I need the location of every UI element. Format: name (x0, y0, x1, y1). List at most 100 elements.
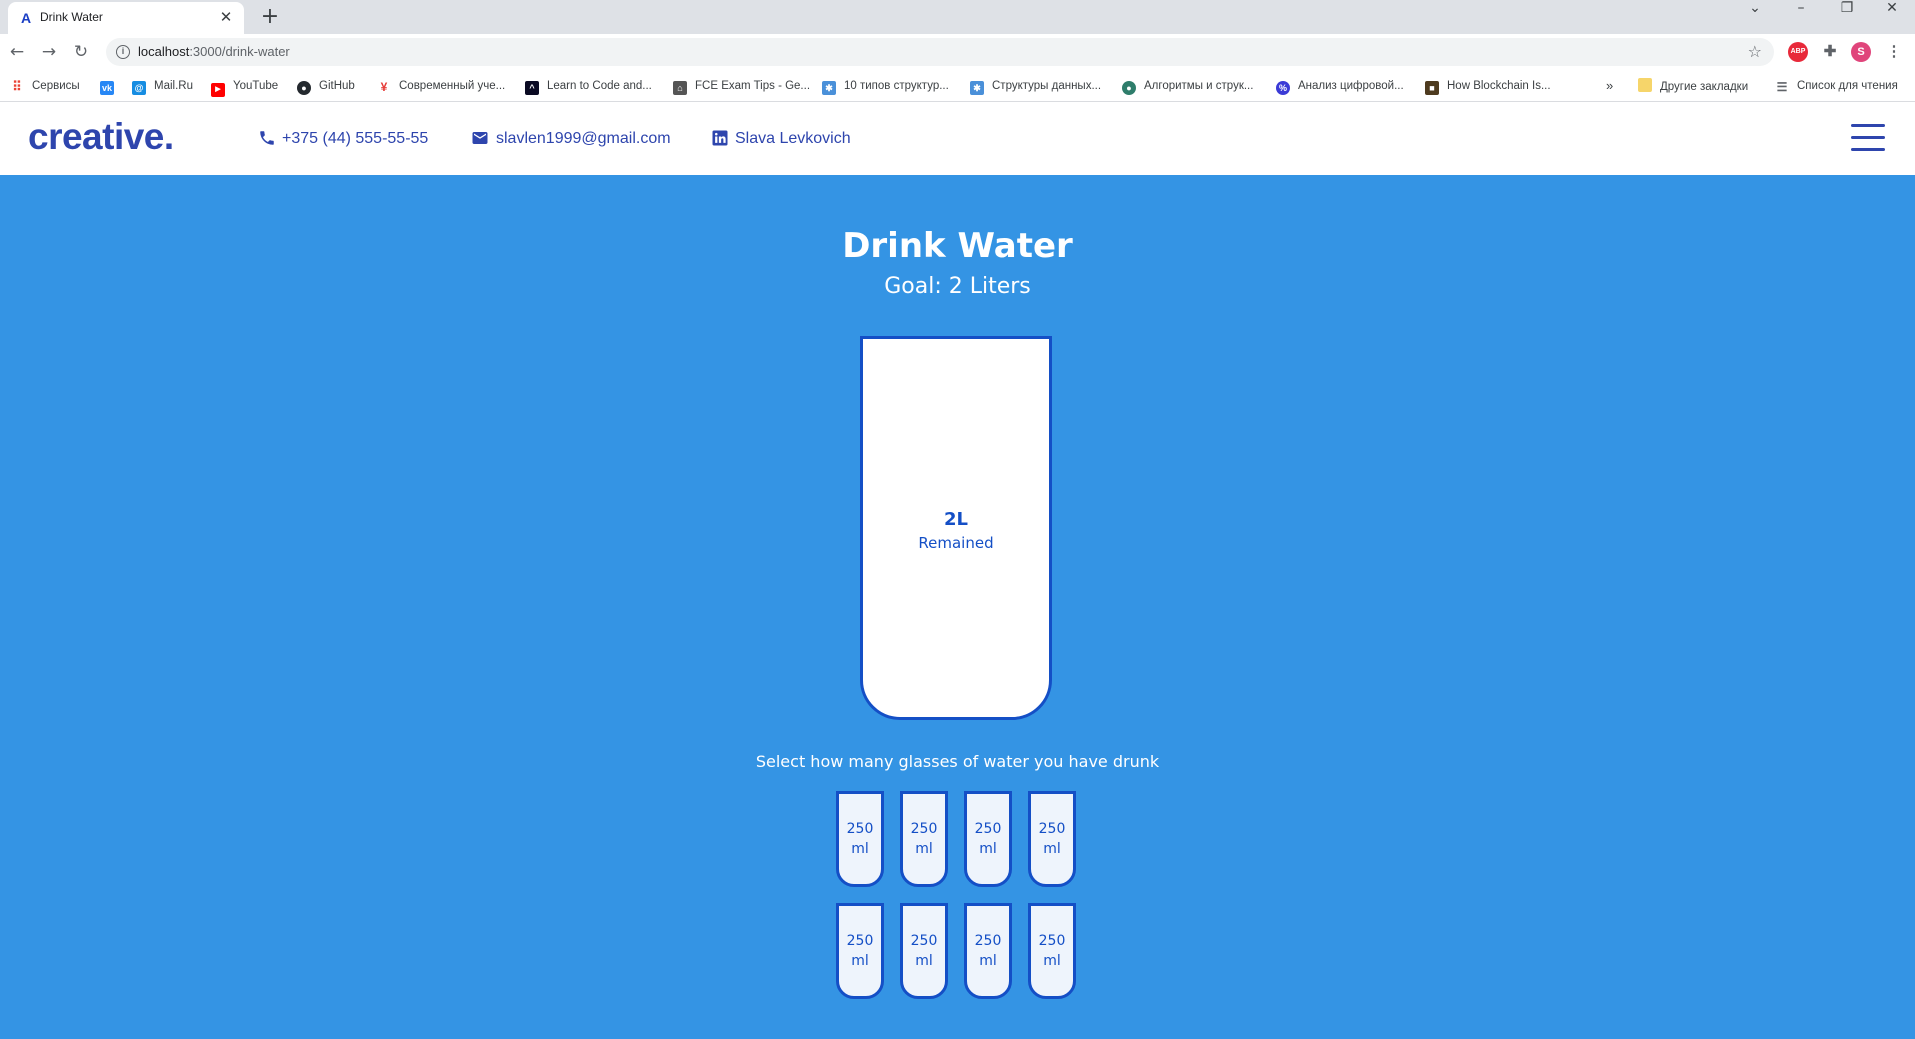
new-tab-button[interactable]: + (256, 4, 284, 32)
browser-toolbar: ← → ↻ i localhost:3000/drink-water ☆ ABP… (0, 34, 1915, 70)
url-text: localhost:3000/drink-water (138, 44, 290, 59)
gear-icon: ✱ (970, 81, 984, 95)
bookmark-label: Mail.Ru (154, 80, 193, 92)
bookmark-item[interactable]: @ Mail.Ru (132, 78, 193, 95)
bookmark-item[interactable]: ● GitHub (297, 78, 355, 95)
small-cup-text: 250 ml (911, 819, 938, 859)
bookmark-item[interactable]: ✱ Структуры данных... (970, 78, 1102, 95)
phone-text: +375 (44) 555-55-55 (282, 130, 429, 147)
forward-button[interactable]: → (38, 41, 60, 63)
bookmarks-bar: ⠿ Сервисы vk @ Mail.Ru ▶ YouTube ● GitHub ¥ С… (0, 70, 1915, 102)
cup-amount: 250 (910, 821, 938, 837)
folder-icon (1638, 78, 1652, 92)
small-cup-text: 250 ml (847, 819, 874, 859)
cup-unit: ml (1043, 953, 1061, 969)
address-bar[interactable]: i localhost:3000/drink-water ☆ (106, 38, 1774, 66)
small-cup-text: 250 ml (975, 931, 1002, 971)
adblock-icon[interactable]: ABP (1788, 42, 1808, 62)
bookmark-star-icon[interactable]: ☆ (1748, 42, 1762, 61)
browser-tabstrip: A Drink Water ✕ + ⌄ – ❐ ✕ (0, 0, 1915, 34)
cup-unit: ml (851, 953, 869, 969)
bookmark-label: Learn to Code and... (547, 80, 652, 92)
bookmark-item[interactable]: ● Алгоритмы и струк... (1122, 78, 1254, 95)
restore-button[interactable]: ❐ (1824, 0, 1870, 30)
email-text: slavlen1999@gmail.com (496, 130, 671, 147)
bookmark-label: YouTube (233, 80, 279, 92)
bookmark-label: 10 типов структур... (844, 80, 949, 92)
bookmark-item[interactable]: % Анализ цифровой... (1276, 78, 1404, 95)
close-window-button[interactable]: ✕ (1869, 0, 1915, 30)
bookmark-label: FCE Exam Tips - Ge... (695, 80, 811, 92)
cup-amount: 250 (1038, 933, 1066, 949)
site-header: creative. +375 (44) 555-55-55 slavlen199… (0, 102, 1915, 175)
minimize-button[interactable]: – (1778, 0, 1824, 30)
phone-link[interactable]: +375 (44) 555-55-55 (258, 128, 428, 150)
small-cup-text: 250 ml (1039, 931, 1066, 971)
mailru-icon: @ (132, 81, 146, 95)
cup-amount: 250 (1038, 821, 1066, 837)
small-cup[interactable]: 250 ml (1028, 791, 1076, 887)
linkedin-link[interactable]: Slava Levkovich (711, 128, 851, 150)
hamburger-menu-icon[interactable] (1851, 124, 1885, 152)
bookmarks-more-button[interactable]: » (1606, 78, 1613, 94)
extensions-puzzle-icon[interactable]: ✚ (1820, 42, 1840, 62)
small-cup[interactable]: 250 ml (1028, 903, 1076, 999)
cup-amount: 250 (974, 821, 1002, 837)
bookmark-item[interactable]: ⠿ Сервисы (10, 78, 80, 94)
other-bookmarks[interactable]: Другие закладки (1638, 78, 1748, 94)
bookmark-item[interactable]: ✱ 10 типов структур... (822, 78, 949, 95)
site-logo[interactable]: creative. (28, 116, 174, 158)
tab-close-icon[interactable]: ✕ (216, 7, 236, 27)
small-cup[interactable]: 250 ml (900, 791, 948, 887)
site-info-icon[interactable]: i (116, 45, 130, 59)
back-button[interactable]: ← (6, 41, 28, 63)
bookmark-item[interactable]: ■ How Blockchain Is... (1425, 78, 1551, 95)
bookmark-label: Анализ цифровой... (1298, 80, 1404, 92)
tab-search-icon[interactable]: ⌄ (1732, 0, 1778, 30)
cup-unit: ml (979, 841, 997, 857)
reload-button[interactable]: ↻ (70, 41, 92, 63)
bookmark-item[interactable]: ^ Learn to Code and... (525, 78, 652, 95)
linkedin-icon (712, 130, 728, 146)
youtube-icon: ▶ (211, 83, 225, 97)
email-link[interactable]: slavlen1999@gmail.com (470, 128, 671, 150)
cup-amount: 250 (846, 933, 874, 949)
bookmark-label: How Blockchain Is... (1447, 80, 1551, 92)
bookmark-item[interactable]: ⌂ FCE Exam Tips - Ge... (673, 78, 811, 95)
reading-list-icon: ☰ (1776, 80, 1788, 94)
small-cup[interactable]: 250 ml (836, 791, 884, 887)
small-cup[interactable]: 250 ml (900, 903, 948, 999)
cup-amount: 250 (910, 933, 938, 949)
cup-amount: 250 (974, 933, 1002, 949)
bookmark-item[interactable]: ▶ YouTube (211, 78, 279, 97)
book-icon: ■ (1425, 81, 1439, 95)
small-cup[interactable]: 250 ml (836, 903, 884, 999)
bookmark-label: Список для чтения (1797, 80, 1898, 92)
profile-avatar[interactable]: S (1851, 42, 1871, 62)
url-host: localhost (138, 44, 190, 59)
small-cup[interactable]: 250 ml (964, 903, 1012, 999)
bookmark-item[interactable]: vk (100, 78, 122, 95)
page-title: Drink Water (842, 226, 1073, 266)
cup-unit: ml (979, 953, 997, 969)
linkedin-text: Slava Levkovich (735, 130, 851, 147)
bookmark-label: Сервисы (32, 80, 80, 92)
github-icon: ● (297, 81, 311, 95)
small-cup-text: 250 ml (1039, 819, 1066, 859)
cup-unit: ml (915, 953, 933, 969)
url-path: :3000/drink-water (189, 44, 290, 59)
small-cup[interactable]: 250 ml (964, 791, 1012, 887)
small-cup-text: 250 ml (847, 931, 874, 971)
bookmark-label: Алгоритмы и струк... (1144, 80, 1254, 92)
remained-label: Remained (918, 534, 994, 552)
reading-list[interactable]: ☰ Список для чтения (1775, 78, 1898, 94)
small-cup-text: 250 ml (975, 819, 1002, 859)
browser-tab[interactable]: A Drink Water ✕ (8, 2, 244, 34)
percent-icon: % (1276, 81, 1290, 95)
bookmark-label: Современный уче... (399, 80, 506, 92)
bookmark-label: Другие закладки (1660, 81, 1749, 93)
bookmark-label: Структуры данных... (992, 80, 1102, 92)
bookmark-item[interactable]: ¥ Современный уче... (377, 78, 506, 94)
browser-menu-icon[interactable]: ⋮ (1884, 42, 1904, 62)
hat-icon: ⌂ (673, 81, 687, 95)
